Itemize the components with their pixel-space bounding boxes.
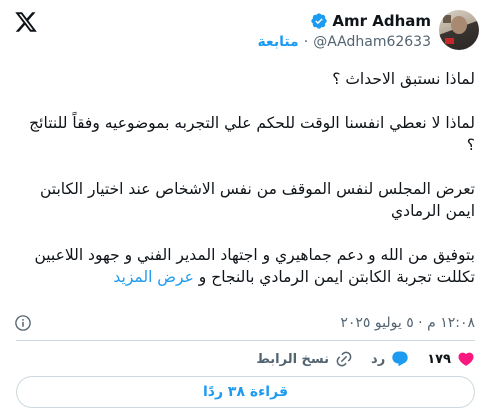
separator-dot: · [303,34,309,50]
tweet-text: لماذا نستبق الاحداث ؟ لماذا لا نعطي انفس… [20,68,475,288]
x-logo-icon[interactable] [14,10,38,34]
follow-button[interactable]: متابعة [257,34,298,50]
reply-action[interactable]: رد [371,350,409,368]
divider [16,340,475,341]
embedded-tweet-card: Amr Adham متابعة · @AAdham62633 لماذا نس… [0,0,491,415]
author-name: Amr Adham [332,12,431,30]
comment-icon [392,351,408,367]
copy-link-label: نسخ الرابط [256,351,330,367]
heart-icon [458,352,474,366]
author-avatar[interactable] [439,10,479,50]
read-replies-button[interactable]: قراءة ٣٨ ردًا [16,376,475,408]
tweet-line: بتوفيق من الله و دعم جماهيري و اجتهاد ال… [20,244,475,288]
tweet-actions: ١٧٩ رد نسخ الرابط [238,347,475,371]
like-button[interactable]: ١٧٩ [427,350,475,368]
like-count: ١٧٩ [427,351,451,367]
tweet-line: لماذا نستبق الاحداث ؟ [332,70,475,88]
author-handle[interactable]: @AAdham62633 [313,34,431,50]
tweet-line: تعرض المجلس لنفس الموقف من نفس الاشخاص ع… [40,180,475,220]
link-icon [336,351,352,367]
show-more-link[interactable]: عرض المزيد [113,268,193,286]
tweet-timestamp[interactable]: ١٢:٠٨ م · ٥ يوليو ٢٠٢٥ [340,315,475,331]
tweet-line: لماذا لا نعطي انفسنا الوقت للحكم علي الت… [29,114,475,154]
tweet-line-text: بتوفيق من الله و دعم جماهيري و اجتهاد ال… [34,246,475,286]
verified-badge-icon [311,13,328,29]
reply-label: رد [371,351,386,367]
info-icon[interactable] [14,314,32,332]
author-meta-row: متابعة · @AAdham62633 [257,34,431,50]
copy-link-button[interactable]: نسخ الرابط [256,350,353,368]
author-name-row[interactable]: Amr Adham [310,12,431,30]
